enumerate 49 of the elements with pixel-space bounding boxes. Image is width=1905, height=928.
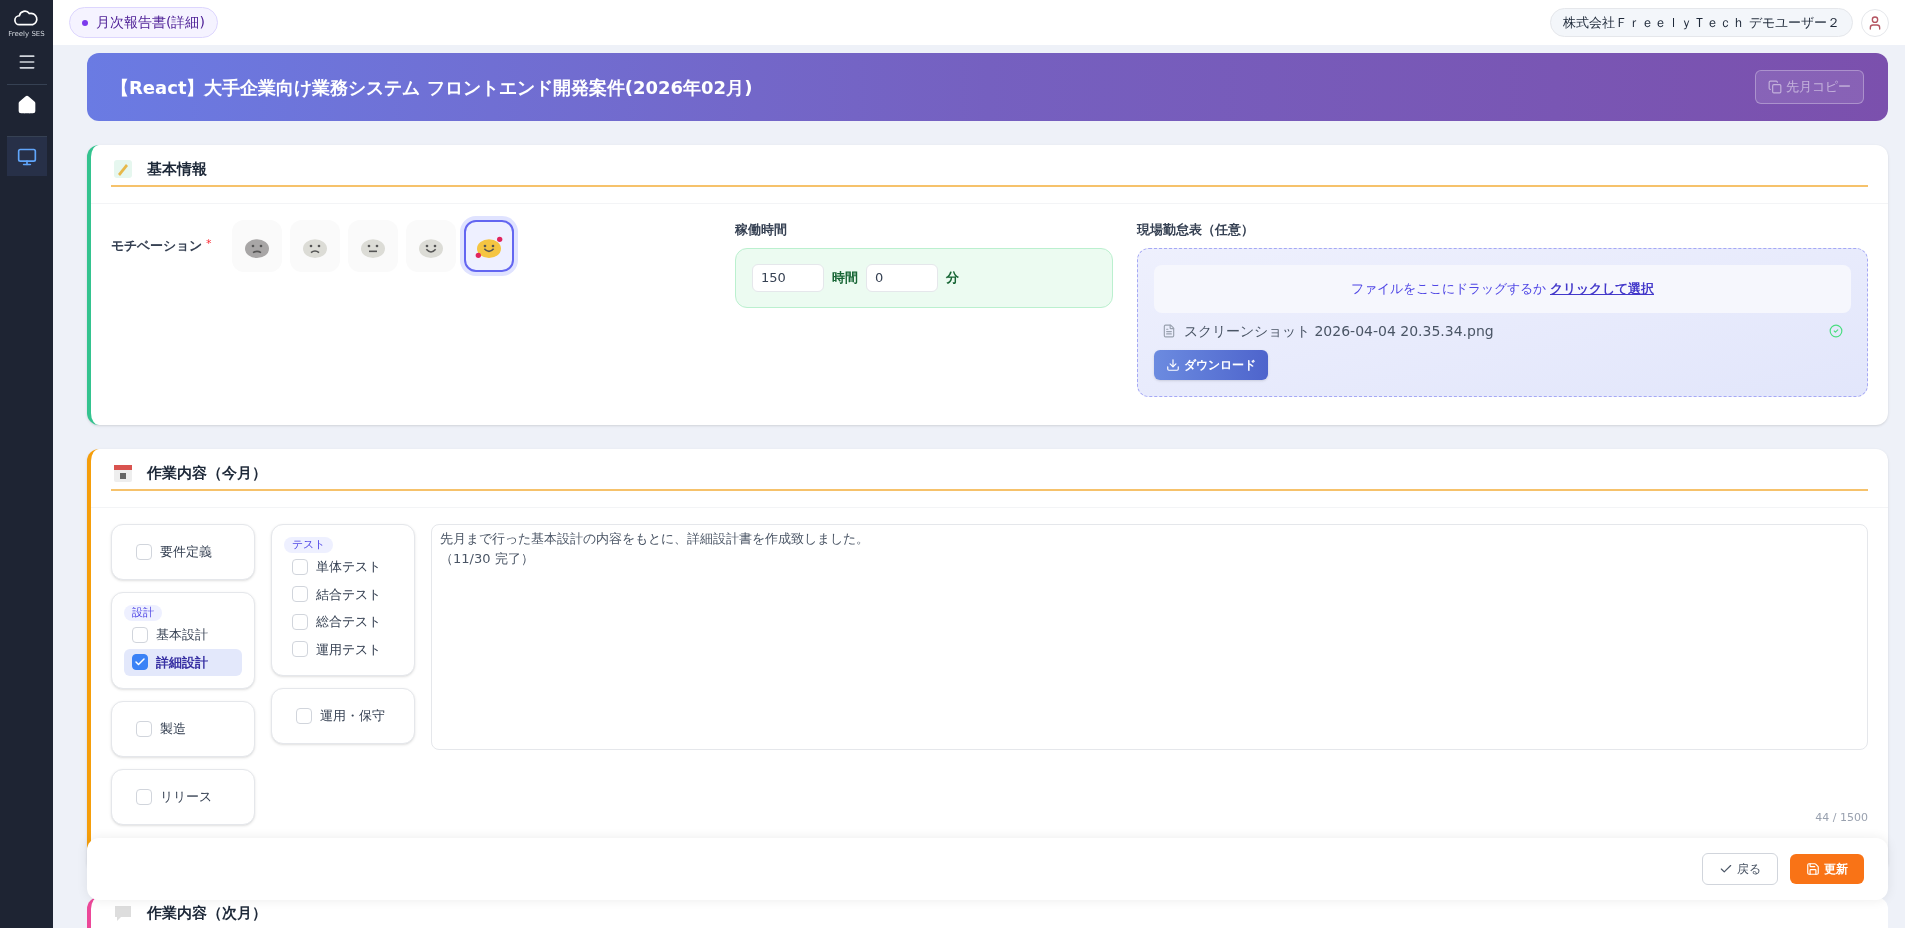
monitor-icon <box>16 146 37 167</box>
checkbox-label: 単体テスト <box>316 558 381 576</box>
description-line: 先月まで行った基本設計の内容をもとに、詳細設計書を作成致しました。 <box>440 530 869 548</box>
hours-input[interactable]: 150 <box>752 263 824 292</box>
checkbox-label: 詳細設計 <box>156 653 208 672</box>
section-title: 基本情報 <box>147 158 207 180</box>
minutes-unit: 分 <box>946 268 959 287</box>
project-title: 【React】大手企業向け業務システム フロントエンド開発案件(2026年02月) <box>111 75 753 100</box>
checkbox-label: リリース <box>160 788 212 807</box>
description-textarea[interactable]: 先月まで行った基本設計の内容をもとに、詳細設計書を作成致しました。 （11/30 完了） <box>431 524 1868 750</box>
select-file-link[interactable]: クリックして選択 <box>1550 278 1654 299</box>
save-icon <box>1806 862 1820 876</box>
section-title: 作業内容（次月） <box>147 902 267 924</box>
download-icon <box>1166 357 1180 372</box>
page-badge: 月次報告書(詳細) <box>69 7 218 38</box>
checkbox-label: 製造 <box>160 720 186 739</box>
char-count: 44 / 1500 <box>1815 810 1868 826</box>
checkbox[interactable] <box>132 654 148 671</box>
copy-icon <box>1768 80 1782 94</box>
monitor-nav-button[interactable] <box>6 136 47 176</box>
download-button[interactable]: ダウンロード <box>1154 349 1268 380</box>
user-icon <box>1867 14 1883 31</box>
home-icon <box>16 94 37 115</box>
checkbox-label: 要件定義 <box>160 543 212 562</box>
work-hours-label: 稼働時間 <box>735 221 788 239</box>
checkbox-label: 総合テスト <box>316 613 381 631</box>
back-button[interactable]: 戻る <box>1702 853 1778 885</box>
memo-icon <box>111 157 135 181</box>
check-icon <box>1719 862 1733 876</box>
description-line: （11/30 完了） <box>440 549 534 568</box>
file-icon <box>1162 324 1176 338</box>
checkbox-label: 基本設計 <box>156 626 208 644</box>
drop-text: ファイルをここにドラッグするか <box>1351 279 1546 298</box>
cloud-logo-icon <box>12 8 41 28</box>
attendance-label: 現場勤怠表（任意） <box>1137 221 1255 239</box>
file-drop-zone[interactable]: ファイルをここにドラッグするか クリックして選択 スクリーンショット 2026-04-04 20.35.34.png ダウンロード <box>1137 247 1868 397</box>
checkbox-label: 運用テスト <box>316 640 381 659</box>
motivation-option[interactable] <box>231 220 282 272</box>
checkbox-label: 結合テスト <box>316 585 381 604</box>
file-name: スクリーンショット 2026-04-04 20.35.34.png <box>1184 321 1495 341</box>
minutes-input[interactable]: 0 <box>866 263 938 292</box>
checkbox-label: 運用・保守 <box>320 707 385 726</box>
user-name: 株式会社ＦｒｅｅｌｙＴｅｃｈ デモユーザー２ <box>1549 7 1853 38</box>
required-mark: * <box>206 236 212 252</box>
section-title: 作業内容（今月） <box>147 462 267 484</box>
hours-unit: 時間 <box>832 268 858 287</box>
group-title: 設計 <box>124 605 162 621</box>
motivation-label: モチベーション <box>111 237 202 255</box>
group-title: テスト <box>284 537 333 553</box>
